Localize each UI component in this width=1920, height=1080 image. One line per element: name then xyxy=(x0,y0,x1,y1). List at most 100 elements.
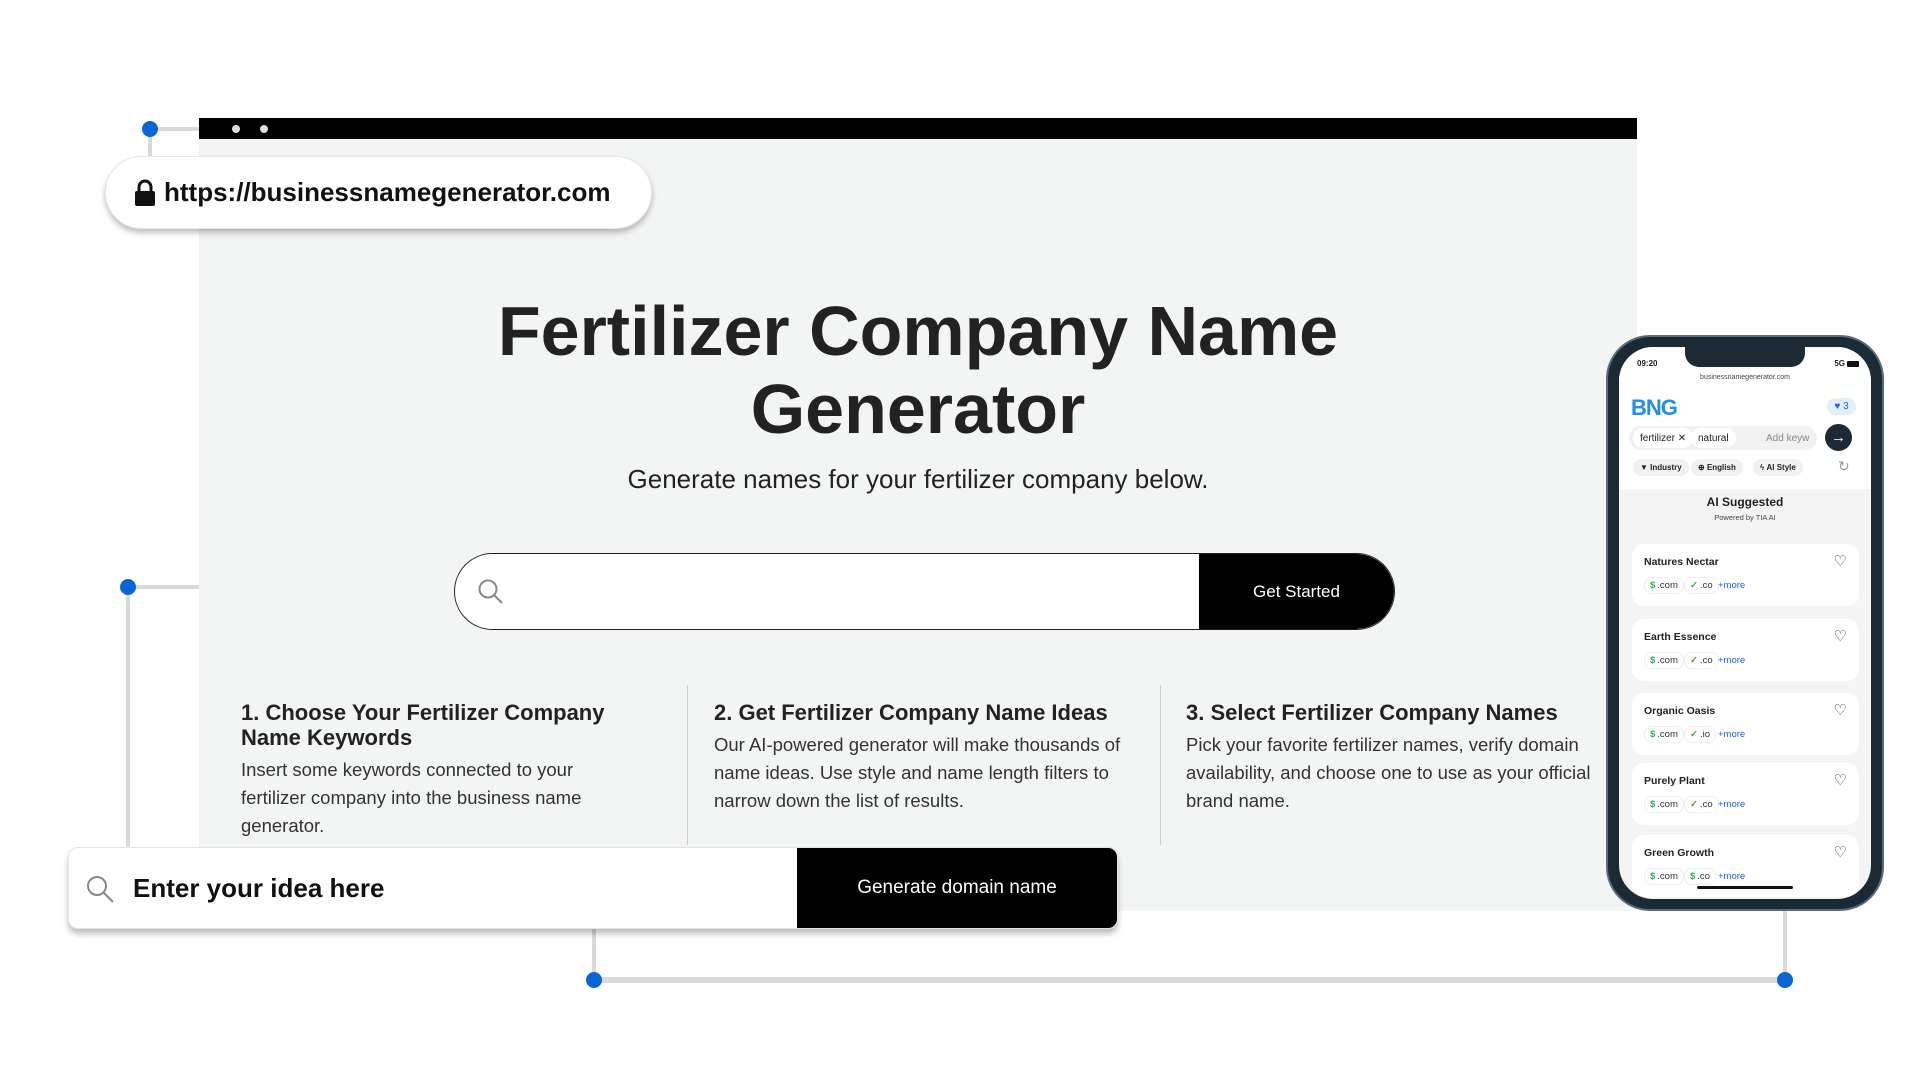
tld: .io xyxy=(1699,729,1711,740)
availability-mark: $ xyxy=(1650,655,1656,666)
tld-badge[interactable]: ✓ .io xyxy=(1684,726,1717,743)
more-link[interactable]: +more xyxy=(1718,799,1745,810)
availability-mark: ✓ xyxy=(1690,580,1698,591)
window-dot xyxy=(260,125,268,133)
tld-badge[interactable]: $ .co xyxy=(1684,868,1716,885)
tld: .com xyxy=(1657,655,1678,666)
add-keyword-input[interactable]: Add keyw xyxy=(1766,433,1814,444)
heart-icon[interactable]: ♡ xyxy=(1834,627,1847,645)
powered-by: Powered by TIA AI xyxy=(1714,513,1776,522)
tld: .com xyxy=(1657,871,1678,882)
idea-input[interactable]: Enter your idea here xyxy=(133,848,384,928)
connector-line xyxy=(594,977,1786,983)
tld: .co xyxy=(1699,655,1713,666)
step-2: 2. Get Fertilizer Company Name Ideas Our … xyxy=(714,700,1134,815)
tld-badge[interactable]: ✓ .co xyxy=(1684,577,1719,594)
filter-ai-style[interactable]: ϟ AI Style xyxy=(1753,459,1803,476)
tld-badge[interactable]: ✓ .co xyxy=(1684,796,1719,813)
availability-mark: $ xyxy=(1650,729,1656,740)
filter-language[interactable]: ⊕ English xyxy=(1691,459,1743,476)
divider xyxy=(687,685,688,845)
tld: .co xyxy=(1699,799,1713,810)
phone-url: businessnamegenerator.com xyxy=(1700,374,1790,381)
business-name: Organic Oasis xyxy=(1644,705,1716,717)
tld: .com xyxy=(1657,729,1678,740)
connector-dot xyxy=(1777,972,1793,988)
page-subtitle: Generate names for your fertilizer compa… xyxy=(627,464,1209,494)
step-title: 1. Choose Your Fertilizer Company Name K… xyxy=(241,700,605,750)
search-icon xyxy=(478,579,503,604)
more-link[interactable]: +more xyxy=(1718,655,1745,666)
heart-icon[interactable]: ♡ xyxy=(1834,701,1847,719)
step-3: 3. Select Fertilizer Company Names Pick y… xyxy=(1186,700,1606,815)
tld-badge[interactable]: $ .com xyxy=(1644,868,1684,885)
phone-notch xyxy=(1685,347,1805,367)
tld: .com xyxy=(1657,580,1678,591)
name-card[interactable]: Natures Nectar ♡ $ .com ✓ .co +more xyxy=(1632,544,1859,606)
availability-mark: ✓ xyxy=(1690,799,1698,810)
connector-dot xyxy=(586,972,602,988)
availability-mark: $ xyxy=(1650,871,1656,882)
heart-icon: ♥ xyxy=(1834,401,1841,412)
availability-mark: ✓ xyxy=(1690,655,1698,666)
favorites-count: 3 xyxy=(1843,401,1849,412)
connector-dot xyxy=(142,121,158,137)
heart-icon[interactable]: ♡ xyxy=(1834,552,1847,570)
tld-badge[interactable]: $ .com xyxy=(1644,652,1684,669)
lock-icon xyxy=(135,179,155,206)
filter-industry[interactable]: ▼ Industry xyxy=(1633,459,1689,476)
url-bar[interactable]: https://businessnamegenerator.com xyxy=(105,156,652,229)
name-card[interactable]: Purely Plant ♡ $ .com ✓ .co +more xyxy=(1632,763,1859,825)
more-link[interactable]: +more xyxy=(1718,729,1745,740)
connector-dot xyxy=(120,579,136,595)
window-dot xyxy=(232,125,240,133)
domain-search-bar: Enter your idea here Generate domain nam… xyxy=(68,847,1118,929)
search-icon xyxy=(87,876,114,903)
step-1: 1. Choose Your Fertilizer Company Name K… xyxy=(241,700,611,840)
business-name: Purely Plant xyxy=(1644,775,1705,787)
page-title: Fertilizer Company Name Generator xyxy=(497,292,1339,448)
availability-mark: $ xyxy=(1650,580,1656,591)
browser-titlebar xyxy=(199,118,1637,139)
tld-badge[interactable]: ✓ .co xyxy=(1684,652,1719,669)
generate-domain-button[interactable]: Generate domain name xyxy=(797,848,1117,928)
filter-icon: ▼ xyxy=(1640,463,1651,472)
name-search-bar: Get Started xyxy=(454,553,1395,630)
availability-mark: $ xyxy=(1650,799,1656,810)
connector-line xyxy=(126,585,130,850)
globe-icon: ⊕ xyxy=(1698,463,1707,472)
tld-badge[interactable]: $ .com xyxy=(1644,726,1684,743)
tld-badge[interactable]: $ .com xyxy=(1644,577,1684,594)
divider xyxy=(1160,685,1161,845)
name-card[interactable]: Organic Oasis ♡ $ .com ✓ .io +more xyxy=(1632,693,1859,755)
url-text: https://businessnamegenerator.com xyxy=(164,177,611,207)
status-network: 5G xyxy=(1834,359,1845,368)
availability-mark: $ xyxy=(1690,871,1696,882)
step-body: Pick your favorite fertilizer names, ver… xyxy=(1186,734,1591,811)
bng-logo: BNG xyxy=(1631,395,1678,420)
name-card[interactable]: Earth Essence ♡ $ .com ✓ .co +more xyxy=(1632,619,1859,681)
tld: .co xyxy=(1699,580,1713,591)
submit-arrow-button[interactable]: → xyxy=(1825,424,1852,451)
keyword-input[interactable] xyxy=(519,554,1179,629)
step-title: 3. Select Fertilizer Company Names xyxy=(1186,700,1558,725)
heart-icon[interactable]: ♡ xyxy=(1834,843,1847,861)
get-started-button[interactable]: Get Started xyxy=(1199,554,1394,629)
keyword-chip[interactable]: natural xyxy=(1691,428,1736,448)
availability-mark: ✓ xyxy=(1690,729,1698,740)
keyword-chip[interactable]: fertilizer ✕ xyxy=(1633,428,1694,448)
step-title: 2. Get Fertilizer Company Name Ideas xyxy=(714,700,1108,725)
tld: .co xyxy=(1697,871,1710,882)
connector-line xyxy=(1783,911,1787,981)
step-body: Our AI-powered generator will make thous… xyxy=(714,734,1121,811)
battery-icon xyxy=(1847,361,1859,367)
favorites-badge[interactable]: ♥ 3 xyxy=(1827,398,1856,415)
heart-icon[interactable]: ♡ xyxy=(1834,771,1847,789)
more-link[interactable]: +more xyxy=(1718,580,1745,591)
business-name: Natures Nectar xyxy=(1644,556,1719,568)
tld-badge[interactable]: $ .com xyxy=(1644,796,1684,813)
status-time: 09:20 xyxy=(1637,359,1658,368)
tld: .com xyxy=(1657,799,1678,810)
more-link[interactable]: +more xyxy=(1718,871,1745,882)
refresh-icon[interactable]: ↻ xyxy=(1838,458,1850,475)
